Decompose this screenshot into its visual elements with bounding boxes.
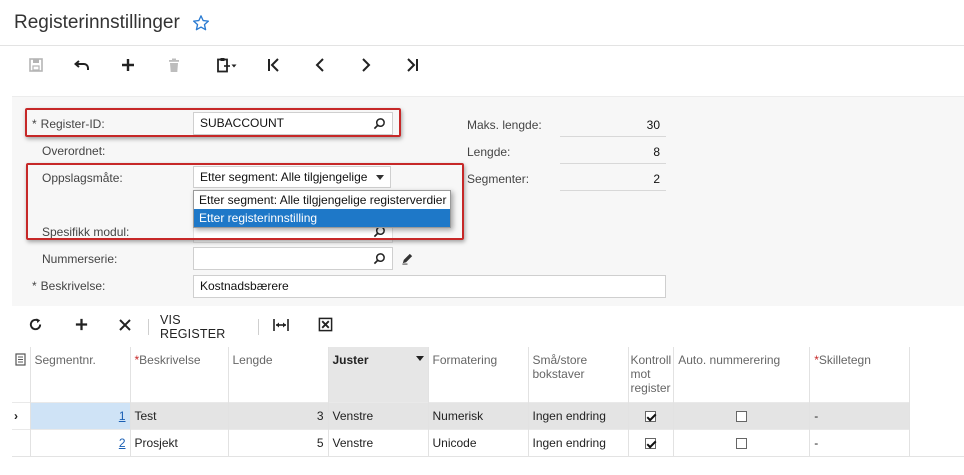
col-segment-nr[interactable]: Segmentnr. (30, 347, 131, 402)
description-label: * Beskrivelse: (32, 279, 106, 293)
table-row[interactable]: › 1 Test 3 Venstre Numerisk Ingen endrin… (12, 401, 911, 429)
lookup-option-all[interactable]: Etter segment: Alle tilgjengelige regist… (194, 191, 450, 209)
cell-length[interactable]: 5 (228, 428, 329, 456)
cell-align[interactable]: Venstre (328, 428, 429, 456)
col-format[interactable]: Formatering (428, 347, 529, 402)
cell-format[interactable]: Numerisk (428, 401, 529, 429)
cell-auto-numbering[interactable] (673, 401, 811, 429)
refresh-icon (28, 317, 43, 337)
add-button[interactable] (113, 52, 143, 82)
highlight-register-id (25, 108, 401, 137)
toolbar-separator (258, 319, 259, 335)
cell-align[interactable]: Venstre (328, 401, 429, 429)
validate-checkbox[interactable] (645, 410, 657, 422)
col-length[interactable]: Lengde (228, 347, 329, 402)
fit-columns-button[interactable] (268, 312, 294, 342)
save-icon (28, 57, 44, 78)
max-length-label: Maks. lengde: (467, 118, 542, 132)
plus-icon (120, 57, 136, 78)
numbering-label: Nummerserie: (42, 252, 118, 266)
max-length-underline (560, 136, 666, 137)
row-indicator (12, 428, 31, 456)
header-divider (0, 45, 964, 46)
trash-icon (166, 57, 182, 78)
edit-pencil-icon[interactable] (401, 252, 414, 265)
prev-icon (312, 57, 328, 78)
previous-record-button[interactable] (305, 52, 335, 82)
view-register-button[interactable]: VIS REGISTER (160, 312, 246, 342)
cell-description[interactable]: Prosjekt (130, 428, 229, 456)
description-input[interactable]: Kostnadsbærere (193, 275, 666, 298)
cell-format[interactable]: Unicode (428, 428, 529, 456)
cell-separator[interactable]: - (809, 401, 911, 429)
parent-label: Overordnet: (42, 144, 106, 158)
cell-validate[interactable] (628, 428, 675, 456)
col-validate[interactable]: Kontroll mot register (628, 347, 675, 402)
undo-button[interactable] (67, 52, 97, 82)
col-description[interactable]: *Beskrivelse (130, 347, 229, 402)
cell-validate[interactable] (628, 401, 675, 429)
table-row[interactable]: 2 Prosjekt 5 Venstre Unicode Ingen endri… (12, 428, 911, 456)
cell-separator[interactable]: - (809, 428, 911, 456)
validate-checkbox[interactable] (645, 438, 657, 450)
cell-segment-nr[interactable]: 1 (30, 401, 131, 429)
cell-case[interactable]: Ingen endring (528, 401, 629, 429)
cell-length[interactable]: 3 (228, 401, 329, 429)
search-icon[interactable] (373, 252, 386, 265)
col-align[interactable]: Juster (328, 347, 429, 402)
undo-icon (73, 57, 90, 78)
auto-numbering-checkbox[interactable] (736, 410, 748, 422)
delete-row-button[interactable] (112, 312, 138, 342)
sort-desc-icon (415, 356, 424, 361)
numbering-input[interactable] (193, 247, 393, 270)
col-separator[interactable]: *Skilletegn (809, 347, 911, 402)
current-row-indicator: › (12, 401, 31, 429)
first-icon (266, 57, 282, 78)
segments-underline (560, 190, 666, 191)
length-value: 8 (653, 145, 660, 159)
clipboard-menu-button[interactable] (207, 52, 247, 82)
cell-description[interactable]: Test (130, 401, 229, 429)
grid-toolbar: VIS REGISTER (0, 312, 964, 342)
grid-bottom-border (12, 456, 964, 457)
last-record-button[interactable] (397, 52, 427, 82)
toolbar-separator (148, 319, 149, 335)
segments-value: 2 (653, 172, 660, 186)
length-underline (560, 163, 666, 164)
col-case[interactable]: Små/store bokstaver (528, 347, 629, 402)
cell-case[interactable]: Ingen endring (528, 428, 629, 456)
page-title: Registerinnstillinger (14, 12, 180, 33)
next-icon (358, 57, 374, 78)
lookup-mode-dropdown: Etter segment: Alle tilgjengelige regist… (193, 190, 451, 228)
length-label: Lengde: (467, 145, 511, 159)
first-record-button[interactable] (259, 52, 289, 82)
plus-icon (74, 317, 89, 337)
cell-segment-nr[interactable]: 2 (30, 428, 131, 456)
delete-button[interactable] (159, 52, 189, 82)
segments-grid: Segmentnr. *Beskrivelse Lengde Juster Fo… (12, 347, 911, 456)
cell-auto-numbering[interactable] (673, 428, 811, 456)
excel-export-icon (318, 317, 333, 337)
auto-numbering-checkbox[interactable] (736, 438, 748, 450)
lookup-option-register-setting[interactable]: Etter registerinnstilling (194, 209, 450, 227)
fit-width-icon (273, 318, 289, 337)
max-length-value: 30 (646, 118, 660, 132)
add-row-button[interactable] (68, 312, 94, 342)
favorite-star-icon[interactable] (192, 14, 210, 32)
segments-label: Segmenter: (467, 172, 530, 186)
last-icon (404, 57, 420, 78)
refresh-button[interactable] (22, 312, 48, 342)
save-button[interactable] (21, 52, 51, 82)
next-record-button[interactable] (351, 52, 381, 82)
col-auto-numbering[interactable]: Auto. nummerering (673, 347, 811, 402)
export-excel-button[interactable] (312, 312, 338, 342)
main-toolbar (0, 52, 964, 82)
clipboard-icon (216, 57, 238, 78)
close-icon (118, 318, 132, 337)
row-selector-header[interactable] (12, 347, 31, 402)
notes-icon (15, 353, 26, 366)
page-header: Registerinnstillinger (14, 10, 210, 36)
grid-header-row: Segmentnr. *Beskrivelse Lengde Juster Fo… (12, 347, 911, 402)
